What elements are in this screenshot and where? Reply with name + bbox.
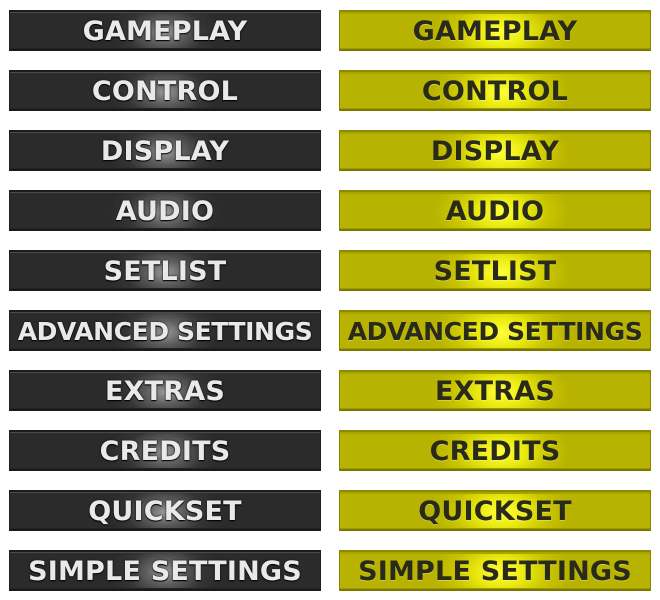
simple-settings-button-highlighted-label: SIMPLE SETTINGS — [358, 556, 632, 587]
audio-button-highlighted-label: AUDIO — [445, 196, 545, 227]
advanced-settings-button-highlighted-label: ADVANCED SETTINGS — [347, 317, 643, 346]
setlist-button[interactable]: SETLIST — [9, 250, 321, 291]
setlist-button-label: SETLIST — [103, 256, 227, 287]
quickset-button-label: QUICKSET — [88, 496, 242, 527]
setlist-button-highlighted-label: SETLIST — [433, 256, 557, 287]
extras-button-highlighted[interactable]: EXTRAS — [339, 370, 651, 411]
gameplay-button-label: GAMEPLAY — [82, 16, 248, 47]
credits-button-highlighted-label: CREDITS — [429, 436, 561, 467]
gameplay-button-highlighted[interactable]: GAMEPLAY — [339, 10, 651, 51]
settings-menu-highlighted-column: GAMEPLAY CONTROL DISPLAY AUDIO SETLIST A… — [339, 10, 651, 591]
audio-button[interactable]: AUDIO — [9, 190, 321, 231]
credits-button-label: CREDITS — [99, 436, 231, 467]
control-button-highlighted-label: CONTROL — [421, 76, 569, 107]
credits-button-highlighted[interactable]: CREDITS — [339, 430, 651, 471]
quickset-button-highlighted-label: QUICKSET — [418, 496, 572, 527]
simple-settings-button-label: SIMPLE SETTINGS — [28, 556, 302, 587]
advanced-settings-button-label: ADVANCED SETTINGS — [17, 317, 313, 346]
simple-settings-button[interactable]: SIMPLE SETTINGS — [9, 550, 321, 591]
extras-button-highlighted-label: EXTRAS — [434, 376, 555, 407]
advanced-settings-button-highlighted[interactable]: ADVANCED SETTINGS — [339, 310, 651, 351]
advanced-settings-button[interactable]: ADVANCED SETTINGS — [9, 310, 321, 351]
audio-button-highlighted[interactable]: AUDIO — [339, 190, 651, 231]
gameplay-button[interactable]: GAMEPLAY — [9, 10, 321, 51]
extras-button-label: EXTRAS — [104, 376, 225, 407]
control-button-highlighted[interactable]: CONTROL — [339, 70, 651, 111]
control-button-label: CONTROL — [91, 76, 239, 107]
display-button-label: DISPLAY — [100, 136, 230, 167]
audio-button-label: AUDIO — [115, 196, 215, 227]
display-button[interactable]: DISPLAY — [9, 130, 321, 171]
gameplay-button-highlighted-label: GAMEPLAY — [412, 16, 578, 47]
settings-menu-normal-column: GAMEPLAY CONTROL DISPLAY AUDIO SETLIST A… — [9, 10, 321, 591]
quickset-button[interactable]: QUICKSET — [9, 490, 321, 531]
setlist-button-highlighted[interactable]: SETLIST — [339, 250, 651, 291]
simple-settings-button-highlighted[interactable]: SIMPLE SETTINGS — [339, 550, 651, 591]
display-button-highlighted-label: DISPLAY — [430, 136, 560, 167]
credits-button[interactable]: CREDITS — [9, 430, 321, 471]
quickset-button-highlighted[interactable]: QUICKSET — [339, 490, 651, 531]
display-button-highlighted[interactable]: DISPLAY — [339, 130, 651, 171]
extras-button[interactable]: EXTRAS — [9, 370, 321, 411]
control-button[interactable]: CONTROL — [9, 70, 321, 111]
